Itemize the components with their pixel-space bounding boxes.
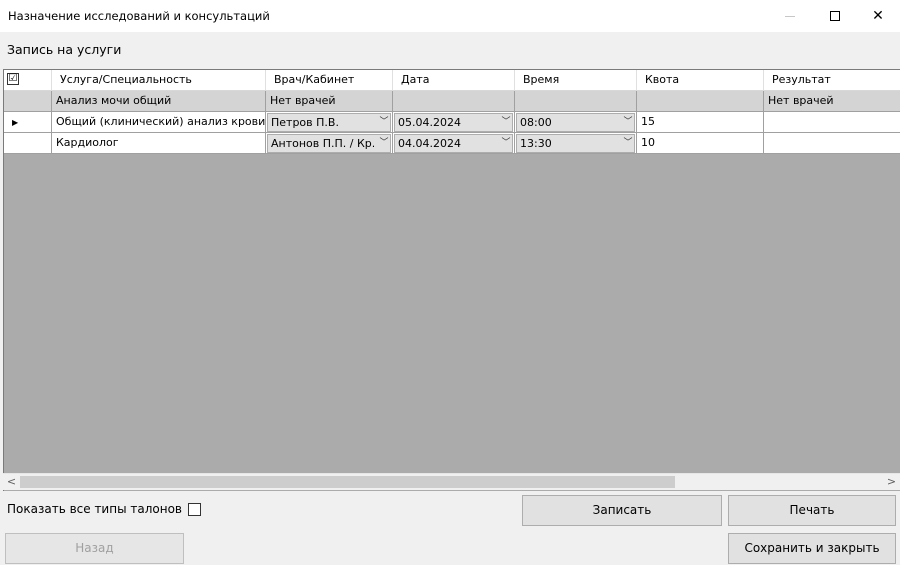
scrollbar-thumb[interactable] — [20, 476, 675, 488]
register-button[interactable]: Записать — [522, 495, 722, 526]
chevron-down-icon[interactable]: ﹀ — [377, 114, 390, 131]
cell-date — [393, 91, 515, 112]
table-row[interactable]: Анализ мочи общий Нет врачей Нет врачей — [4, 91, 900, 112]
cell-quota — [637, 91, 764, 112]
chevron-down-icon[interactable]: ﹀ — [377, 135, 390, 152]
doctor-value: Петров П.В. — [271, 116, 339, 129]
section-label: Запись на услуги — [7, 42, 122, 57]
table-row[interactable]: Кардиолог Антонов П.П. / Кр... ﹀ 04.04.2… — [4, 133, 900, 154]
minimize-icon — [785, 15, 795, 17]
cell-quota[interactable]: 10 — [637, 133, 764, 154]
date-value: 04.04.2024 — [398, 137, 461, 150]
row-header[interactable]: ▶ — [4, 112, 52, 133]
chevron-down-icon[interactable]: ﹀ — [621, 135, 634, 152]
column-header-date[interactable]: Дата — [393, 70, 515, 91]
column-header-quota[interactable]: Квота — [637, 70, 764, 91]
date-value: 05.04.2024 — [398, 116, 461, 129]
dialog-window: Назначение исследований и консультаций ✕… — [0, 0, 900, 565]
cell-time — [515, 91, 637, 112]
doctor-value: Антонов П.П. / Кр... — [271, 137, 374, 150]
show-all-tickets-checkbox[interactable] — [187, 502, 201, 516]
close-icon: ✕ — [872, 8, 884, 24]
cell-service: Кардиолог — [52, 133, 266, 154]
title-bar: Назначение исследований и консультаций ✕ — [0, 0, 900, 32]
back-button[interactable]: Назад — [5, 533, 184, 564]
doctor-select[interactable]: Петров П.В. ﹀ — [267, 113, 391, 132]
cell-service: Общий (клинический) анализ крови — [52, 112, 266, 133]
cell-time[interactable]: 13:30 ﹀ — [515, 133, 637, 154]
close-button[interactable]: ✕ — [858, 0, 898, 32]
cell-result[interactable] — [764, 133, 900, 154]
scroll-right-icon[interactable]: > — [883, 474, 900, 491]
cell-result[interactable] — [764, 112, 900, 133]
time-value: 08:00 — [520, 116, 552, 129]
maximize-icon — [830, 11, 840, 21]
column-header-time[interactable]: Время — [515, 70, 637, 91]
chevron-down-icon[interactable]: ﹀ — [499, 114, 512, 131]
grid-header: ☑ Услуга/Специальность Врач/Кабинет Дата… — [4, 70, 900, 91]
services-grid: ☑ Услуга/Специальность Врач/Кабинет Дата… — [3, 69, 900, 491]
horizontal-scrollbar[interactable]: < > — [3, 473, 900, 490]
chevron-down-icon[interactable]: ﹀ — [621, 114, 634, 131]
current-row-icon: ▶ — [12, 118, 19, 127]
cell-doctor[interactable]: Антонов П.П. / Кр... ﹀ — [266, 133, 393, 154]
column-header-result[interactable]: Результат — [764, 70, 900, 91]
maximize-button[interactable] — [815, 0, 855, 32]
header-select-all[interactable]: ☑ — [4, 70, 52, 91]
cell-doctor: Нет врачей — [266, 91, 393, 112]
cell-service: Анализ мочи общий — [52, 91, 266, 112]
window-title: Назначение исследований и консультаций — [8, 9, 270, 23]
select-all-checkbox[interactable]: ☑ — [7, 73, 19, 85]
doctor-select[interactable]: Антонов П.П. / Кр... ﹀ — [267, 134, 391, 153]
row-header[interactable] — [4, 133, 52, 154]
save-and-close-button[interactable]: Сохранить и закрыть — [728, 533, 896, 564]
chevron-down-icon[interactable]: ﹀ — [499, 135, 512, 152]
time-value: 13:30 — [520, 137, 552, 150]
time-select[interactable]: 08:00 ﹀ — [516, 113, 635, 132]
cell-date[interactable]: 04.04.2024 ﹀ — [393, 133, 515, 154]
time-select[interactable]: 13:30 ﹀ — [516, 134, 635, 153]
cell-quota[interactable]: 15 — [637, 112, 764, 133]
minimize-button[interactable] — [770, 0, 810, 32]
column-header-doctor[interactable]: Врач/Кабинет — [266, 70, 393, 91]
cell-result: Нет врачей — [764, 91, 900, 112]
table-row[interactable]: ▶ Общий (клинический) анализ крови Петро… — [4, 112, 900, 133]
column-header-service[interactable]: Услуга/Специальность — [52, 70, 266, 91]
print-button[interactable]: Печать — [728, 495, 896, 526]
cell-time[interactable]: 08:00 ﹀ — [515, 112, 637, 133]
scroll-left-icon[interactable]: < — [3, 474, 20, 491]
show-all-tickets-label: Показать все типы талонов — [7, 502, 182, 516]
row-header[interactable] — [4, 91, 52, 112]
cell-date[interactable]: 05.04.2024 ﹀ — [393, 112, 515, 133]
date-select[interactable]: 04.04.2024 ﹀ — [394, 134, 513, 153]
cell-doctor[interactable]: Петров П.В. ﹀ — [266, 112, 393, 133]
show-all-tickets-option[interactable]: Показать все типы талонов — [7, 502, 201, 516]
date-select[interactable]: 05.04.2024 ﹀ — [394, 113, 513, 132]
